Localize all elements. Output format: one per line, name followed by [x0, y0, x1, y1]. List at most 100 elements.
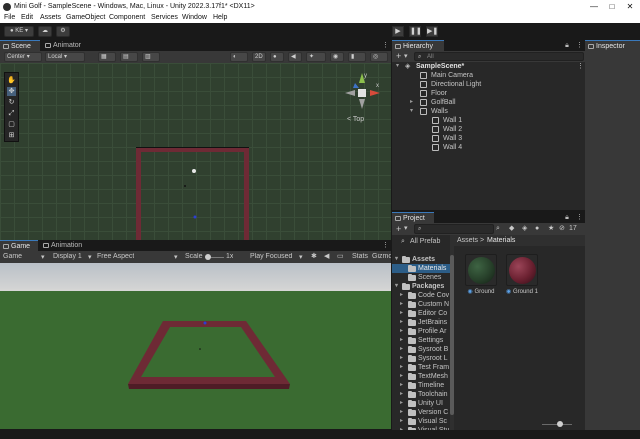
audio-toggle[interactable]: ◀ [288, 52, 302, 62]
hierarchy-item[interactable]: Directional Light [396, 80, 583, 89]
grid-snap-button[interactable]: ▦ [98, 52, 116, 62]
effects-dropdown[interactable]: ✦ [306, 52, 326, 62]
orientation-gizmo[interactable]: y x [342, 71, 382, 111]
package-folder[interactable]: ▸ Settings [392, 336, 450, 345]
scale-tool-icon[interactable]: ⤢ [7, 109, 16, 118]
hierarchy-item[interactable]: ▸ GolfBall [396, 98, 583, 107]
menu-help[interactable]: Help [213, 13, 227, 23]
pivot-space-dropdown[interactable]: Local ▾ [45, 52, 85, 62]
aspect-dropdown[interactable]: Free Aspect [97, 253, 134, 260]
project-search-input[interactable]: ⌕ [414, 224, 494, 234]
package-folder[interactable]: ▸ Sysroot B [392, 345, 450, 354]
filter-type-icon[interactable]: ◆ [509, 224, 514, 234]
chevron-right-icon[interactable]: ▸ [400, 363, 406, 372]
hierarchy-menu-icon[interactable]: ⋮ [576, 40, 583, 51]
tab-inspector[interactable]: Inspector [585, 40, 640, 51]
tab-project[interactable]: Project [392, 212, 434, 223]
thumbnail-size-thumb[interactable] [557, 421, 563, 427]
tab-animation[interactable]: Animation [40, 240, 92, 251]
package-folder[interactable]: ▸ Custom N [392, 300, 450, 309]
breadcrumb-assets[interactable]: Assets [457, 236, 478, 245]
menu-assets[interactable]: Assets [40, 13, 61, 23]
material-tile-ground-1[interactable] [506, 254, 538, 286]
mute-audio-icon[interactable]: ◀ [324, 252, 329, 260]
hidden-packages-icon[interactable]: ⊘ [559, 224, 565, 234]
scrollbar-thumb[interactable] [450, 255, 454, 415]
package-folder[interactable]: ▸ Timeline [392, 381, 450, 390]
tab-animator[interactable]: Animator [42, 40, 90, 51]
package-folder[interactable]: ▸ Unity UI [392, 399, 450, 408]
package-folder[interactable]: ▸ Code Cov [392, 291, 450, 300]
move-tool-icon[interactable]: ✥ [7, 87, 16, 96]
hierarchy-item[interactable]: ▾ Walls [396, 107, 583, 116]
hierarchy-item[interactable]: Wall 1 [396, 116, 583, 125]
chevron-right-icon[interactable]: ▸ [400, 417, 406, 426]
scene-menu-icon[interactable]: ⋮ [382, 40, 389, 51]
folder-scenes[interactable]: Scenes [392, 273, 450, 282]
package-folder[interactable]: ▸ Toolchain [392, 390, 450, 399]
step-button[interactable]: ▶❚ [426, 26, 438, 37]
folder-materials[interactable]: Materials [392, 264, 450, 273]
play-button[interactable]: ▶ [392, 26, 404, 37]
chevron-right-icon[interactable]: ▸ [400, 345, 406, 354]
label-icon[interactable]: ◈ [522, 224, 527, 234]
2d-toggle[interactable]: 2D [252, 52, 266, 62]
package-folder[interactable]: ▸ Visual Sc [392, 417, 450, 426]
shortcut-icon[interactable]: ▭ [337, 252, 344, 260]
chevron-right-icon[interactable]: ▸ [400, 327, 406, 336]
hidden-objects-toggle[interactable]: ◉ [330, 52, 344, 62]
package-folder[interactable]: ▸ Version C [392, 408, 450, 417]
chevron-right-icon[interactable]: ▸ [400, 399, 406, 408]
view-tool-icon[interactable]: ✋ [7, 76, 16, 85]
menu-services[interactable]: Services [151, 13, 178, 23]
camera-dropdown[interactable]: ▮ [348, 52, 366, 62]
close-button[interactable]: ✕ [620, 0, 640, 13]
packages-root[interactable]: ▾ Packages [395, 282, 450, 291]
account-button[interactable]: ● KE ▾ [4, 26, 34, 37]
folder-tree-scrollbar[interactable] [450, 235, 454, 430]
hierarchy-search-input[interactable]: ⌕ All [414, 52, 584, 61]
hierarchy-scene-row[interactable]: ▾ ◈ SampleScene* ⋮ [396, 62, 584, 71]
lock-icon[interactable]: 🔒︎ [564, 212, 570, 223]
breadcrumb-materials[interactable]: Materials [487, 236, 515, 245]
cloud-button[interactable]: ☁ [38, 26, 52, 37]
assets-root[interactable]: ▾ Assets [395, 255, 450, 264]
add-icon[interactable]: + [396, 223, 401, 235]
tab-hierarchy[interactable]: Hierarchy [392, 40, 444, 51]
pivot-mode-dropdown[interactable]: Center ▾ [4, 52, 42, 62]
rotate-tool-icon[interactable]: ↻ [7, 98, 16, 107]
hierarchy-item[interactable]: Main Camera [396, 71, 583, 80]
chevron-right-icon[interactable]: ▸ [400, 381, 406, 390]
gizmos-button[interactable]: Gizmo [372, 253, 391, 260]
favorite-star-icon[interactable]: ★ [548, 224, 554, 234]
game-menu-icon[interactable]: ⋮ [382, 240, 389, 251]
chevron-right-icon[interactable]: ▸ [400, 354, 406, 363]
package-folder[interactable]: ▸ Profile Ar [392, 327, 450, 336]
gizmo-view-label[interactable]: < Top [347, 116, 364, 123]
package-folder[interactable]: ▸ JetBrains [392, 318, 450, 327]
tab-scene[interactable]: Scene [0, 40, 40, 51]
menu-window[interactable]: Window [182, 13, 207, 23]
import-icon[interactable]: ● [535, 224, 539, 234]
play-mode-dropdown[interactable]: Play Focused [250, 253, 292, 260]
bug-icon[interactable]: ✱ [311, 252, 317, 260]
snap-increment-button[interactable]: ▤ [120, 52, 138, 62]
chevron-down-icon[interactable]: ▾ [410, 107, 416, 116]
gizmos-dropdown[interactable]: ◎ [370, 52, 388, 62]
rect-tool-icon[interactable]: ▢ [7, 120, 16, 129]
chevron-right-icon[interactable]: ▸ [410, 98, 416, 107]
chevron-right-icon[interactable]: ▸ [400, 336, 406, 345]
package-folder[interactable]: ▸ TextMesh [392, 372, 450, 381]
scene-viewport[interactable]: y x < Top [0, 63, 391, 240]
pause-button[interactable]: ❚❚ [409, 26, 422, 37]
package-folder[interactable]: ▸ Test Fram [392, 363, 450, 372]
chevron-right-icon[interactable]: ▸ [400, 300, 406, 309]
lock-icon[interactable]: 🔒︎ [564, 40, 570, 51]
menu-gameobject[interactable]: GameObject [66, 13, 105, 23]
collab-button[interactable]: ⚙ [56, 26, 70, 37]
scale-slider-thumb[interactable] [205, 254, 211, 260]
package-folder[interactable]: ▸ Sysroot L [392, 354, 450, 363]
game-viewport[interactable] [0, 263, 391, 429]
chevron-right-icon[interactable]: ▸ [400, 309, 406, 318]
menu-file[interactable]: File [4, 13, 15, 23]
